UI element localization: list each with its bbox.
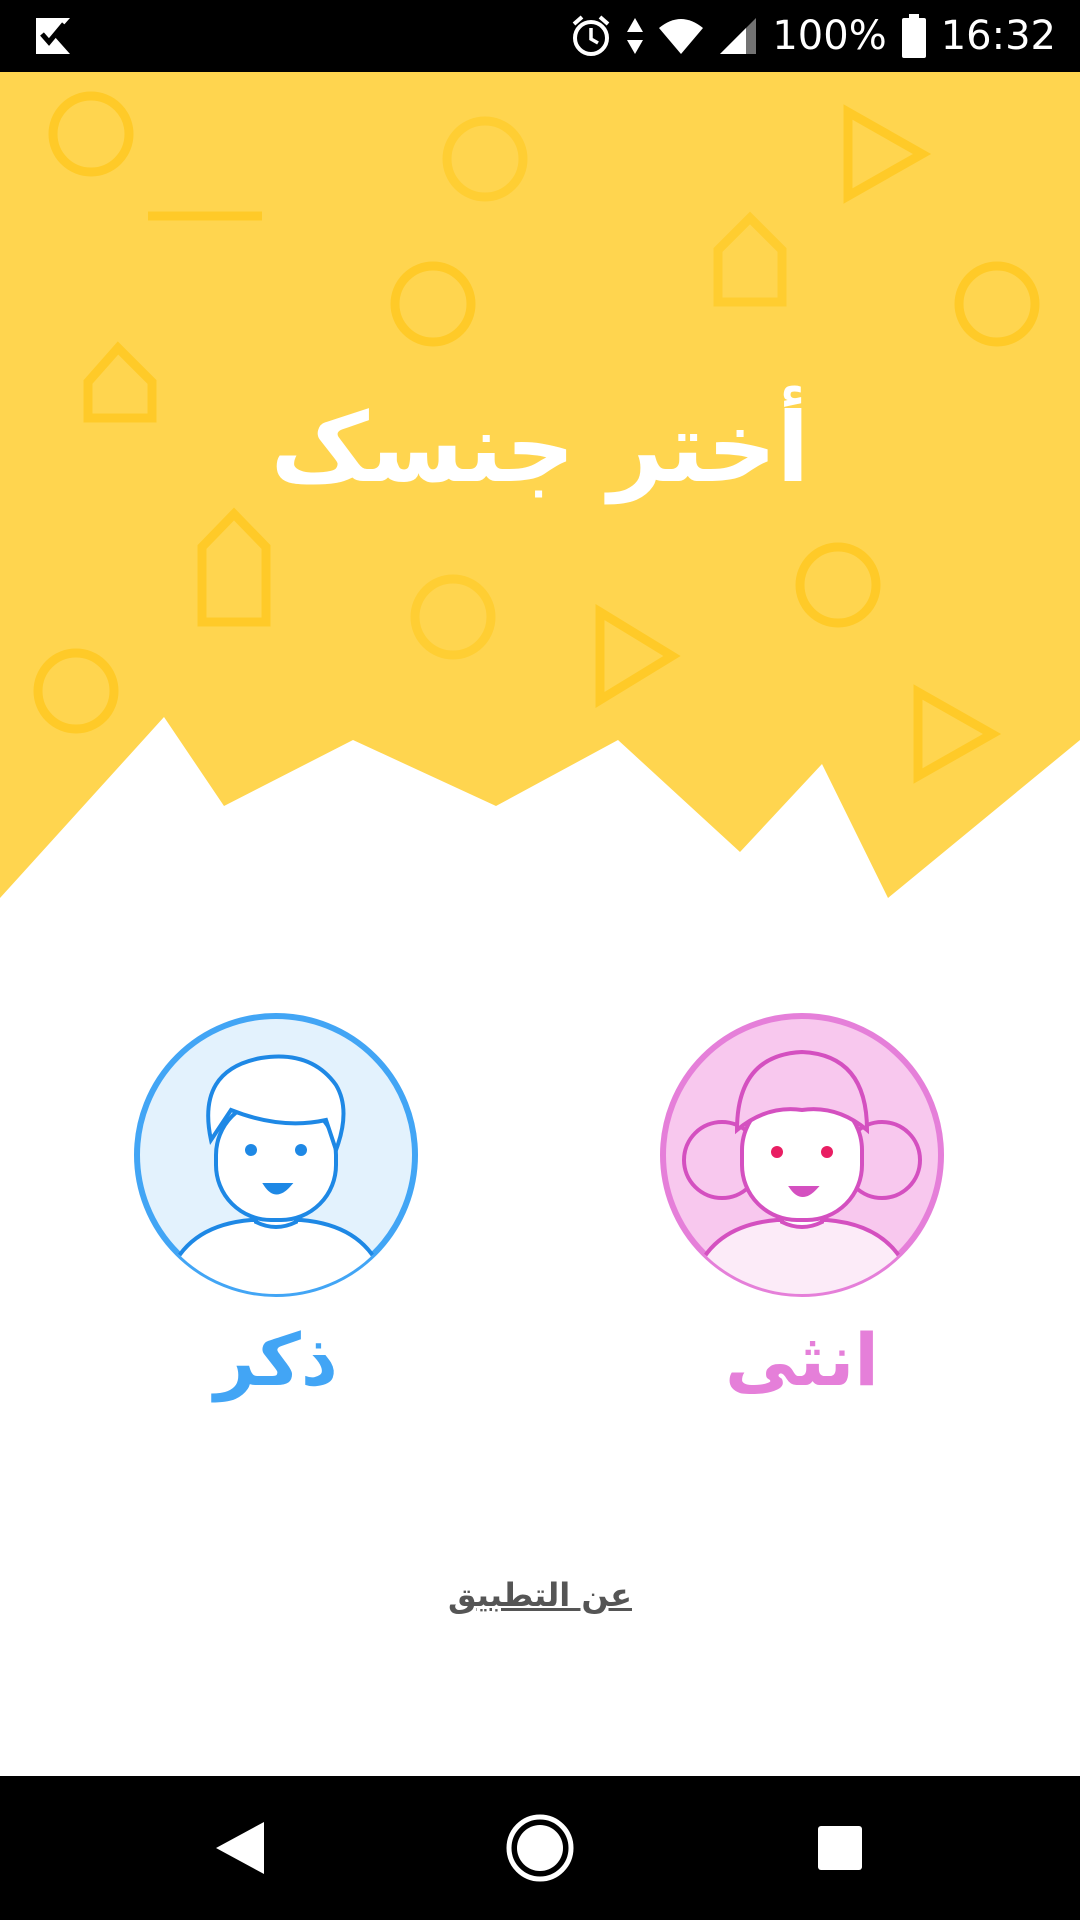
- app-check-icon: [36, 18, 70, 54]
- male-label[interactable]: ذكر: [131, 1324, 421, 1396]
- navigation-bar: [0, 1776, 1080, 1920]
- recents-icon[interactable]: [804, 1812, 876, 1884]
- back-icon[interactable]: [204, 1812, 276, 1884]
- battery-icon: [901, 14, 926, 58]
- data-arrows-icon: [627, 18, 644, 54]
- battery-percent: 100%: [772, 13, 887, 59]
- wifi-icon: [659, 19, 704, 54]
- home-icon[interactable]: [504, 1812, 576, 1884]
- girl-avatar-icon[interactable]: [657, 1010, 947, 1300]
- about-app-link[interactable]: عن التطبيق: [0, 1576, 1080, 1614]
- male-option[interactable]: ذكر: [131, 1010, 421, 1396]
- female-option[interactable]: انثى: [657, 1010, 947, 1396]
- header-banner: أختر جنسک: [0, 72, 1080, 902]
- boy-avatar-icon[interactable]: [131, 1010, 421, 1300]
- signal-icon: [720, 18, 757, 54]
- female-label[interactable]: انثى: [657, 1324, 947, 1396]
- clock: 16:32: [940, 13, 1056, 59]
- status-bar: 100% 16:32: [0, 0, 1080, 72]
- page-title: أختر جنسک: [270, 392, 810, 504]
- alarm-icon: [573, 15, 610, 56]
